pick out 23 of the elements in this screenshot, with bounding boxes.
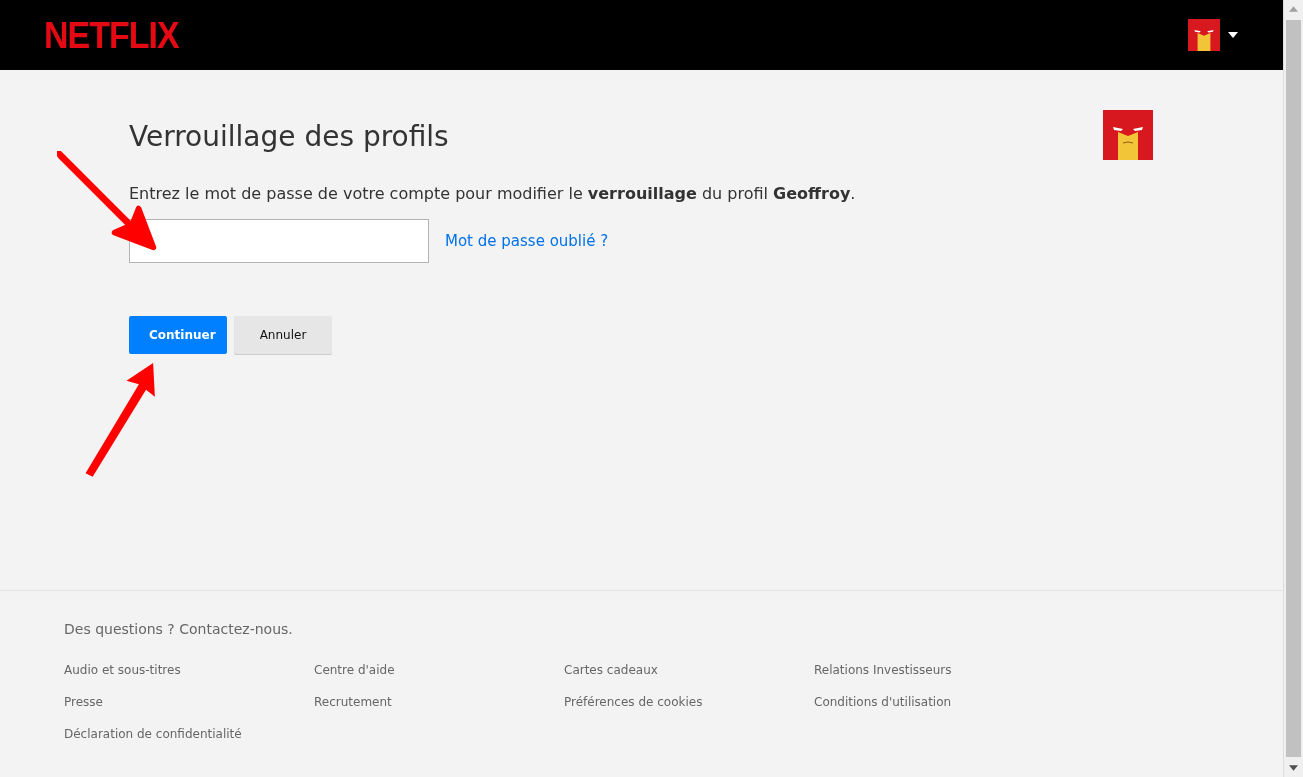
footer-link[interactable]: Conditions d'utilisation [814,693,1064,711]
forgot-password-link[interactable]: Mot de passe oublié ? [445,232,609,250]
footer-link[interactable]: Cartes cadeaux [564,661,814,679]
profile-avatar-icon[interactable] [1188,19,1220,51]
netflix-logo[interactable]: NETFLIX [44,13,179,57]
footer-link[interactable]: Centre d'aide [314,661,564,679]
instructions-text: Entrez le mot de passe de votre compte pour modifier le verrouillage du profil Geoffroy. [129,184,857,203]
footer-link[interactable]: Recrutement [314,693,564,711]
cancel-button[interactable]: Annuler [234,316,332,354]
footer-link[interactable]: Relations Investisseurs [814,661,1064,679]
continue-button[interactable]: Continuer [129,316,227,354]
footer-link[interactable]: Audio et sous-titres [64,661,314,679]
profile-avatar-icon [1103,110,1153,160]
scrollbar[interactable] [1283,0,1303,777]
footer-link[interactable]: Presse [64,693,314,711]
contact-text: Des questions ? Contactez-nous. [64,621,294,637]
scroll-up-icon[interactable] [1289,6,1298,12]
caret-icon[interactable] [1228,32,1238,38]
footer-link[interactable]: Déclaration de confidentialité [64,725,314,743]
page-title: Verrouillage des profils [129,120,449,153]
scroll-down-icon[interactable] [1289,765,1298,771]
footer-link[interactable]: Préférences de cookies [564,693,814,711]
password-field[interactable] [129,219,429,263]
